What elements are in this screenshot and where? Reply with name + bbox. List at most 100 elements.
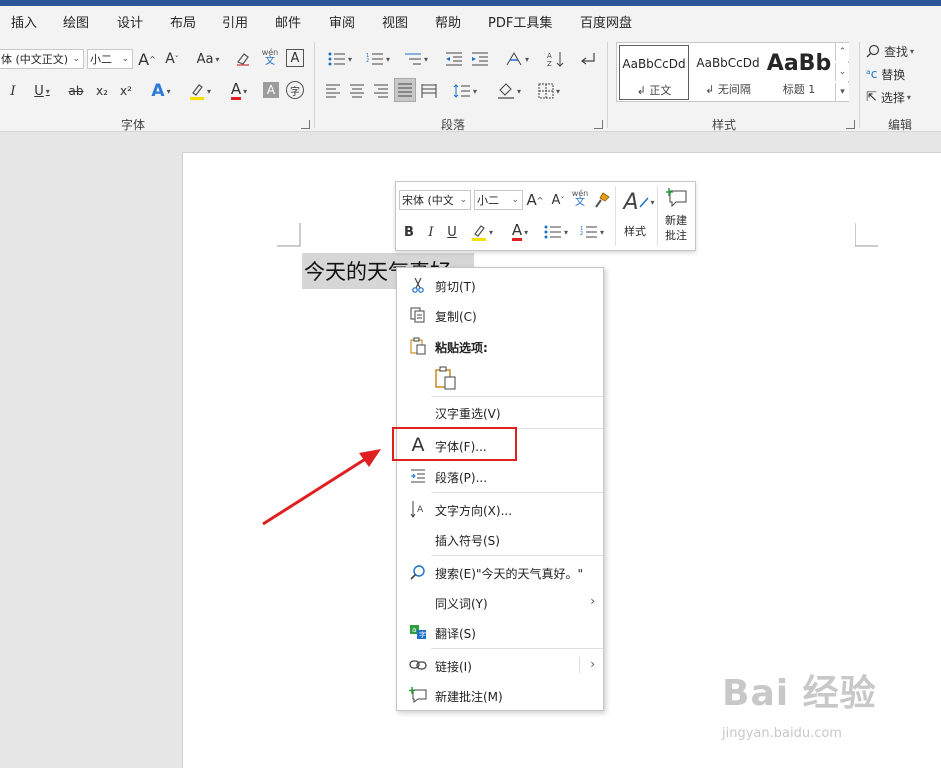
decrease-indent-button[interactable] — [444, 48, 464, 70]
style-no-spacing[interactable]: AaBbCcDd ↲ 无间隔 — [693, 45, 763, 100]
sort-button[interactable]: AZ — [546, 48, 566, 70]
chinese-layout-button[interactable]: ▾ — [502, 48, 532, 70]
subscript-button[interactable]: x₂ — [94, 80, 110, 102]
group-label-editing: 编辑 — [888, 118, 913, 132]
line-spacing-button[interactable]: ▾ — [450, 80, 480, 102]
mini-font-color-button[interactable]: A ▾ — [504, 221, 536, 243]
menu-item-translate[interactable]: a字 翻译(S) — [399, 618, 603, 646]
mini-separator — [657, 186, 658, 246]
font-size-dropdown[interactable]: 小二 ⌄ — [87, 49, 133, 69]
annotation-highlight-box — [392, 427, 517, 461]
group-label-paragraph: 段落 — [441, 118, 466, 132]
mini-bold-button[interactable]: B — [402, 221, 416, 243]
font-dialog-launcher[interactable] — [301, 120, 310, 129]
tab-mailings[interactable]: 邮件 — [275, 12, 301, 31]
phonetic-guide-button[interactable]: wén 文 — [260, 46, 280, 68]
menu-item-insert-symbol[interactable]: 插入符号(S) — [399, 525, 603, 553]
mini-underline-button[interactable]: U — [445, 221, 459, 243]
font-color-button[interactable]: A ▾ — [224, 80, 254, 102]
menu-item-text-direction[interactable]: A 文字方向(X)... — [399, 495, 603, 523]
menu-item-new-comment[interactable]: 新建批注(M) — [399, 681, 603, 709]
clear-formatting-button[interactable] — [234, 48, 252, 70]
align-left-button[interactable] — [324, 80, 342, 102]
styles-scroll-down[interactable]: ⌄ — [835, 63, 849, 81]
mini-numbering-button[interactable]: 12 ▾ — [576, 221, 608, 243]
numbering-button[interactable]: 12 ▾ — [362, 48, 394, 70]
clipboard-icon — [435, 366, 456, 390]
mini-font-size-dropdown[interactable]: 小二 ⌄ — [474, 190, 523, 210]
superscript-button[interactable]: x² — [118, 80, 134, 102]
shading-button[interactable]: ▾ — [494, 80, 524, 102]
menu-item-link[interactable]: 链接(I) › — [399, 651, 603, 679]
svg-text:A: A — [547, 52, 552, 60]
paragraph-mark-icon — [581, 53, 595, 65]
grow-font-button[interactable]: A ^ — [138, 48, 156, 70]
distributed-button[interactable] — [420, 80, 438, 102]
mini-italic-button[interactable]: I — [424, 221, 438, 243]
shrink-font-button[interactable]: Aˇ — [163, 48, 181, 70]
align-center-button[interactable] — [348, 80, 366, 102]
styles-more-button[interactable]: ▾ — [835, 83, 849, 101]
chevron-down-icon: ▾ — [243, 86, 248, 96]
mini-highlight-button[interactable]: ▾ — [466, 221, 498, 243]
menu-item-search[interactable]: 搜索(E)"今天的天气真好。" — [399, 558, 603, 586]
menu-item-paste-options: 粘贴选项: — [399, 332, 603, 360]
chevron-down-icon: ▾ — [524, 54, 529, 64]
numbering-icon: 12 — [580, 226, 597, 238]
style-normal[interactable]: AaBbCcDd ↲ 正文 — [619, 45, 689, 100]
character-border-button[interactable]: A — [286, 49, 304, 67]
tab-pdf-tools[interactable]: PDF工具集 — [488, 12, 552, 31]
character-shading-button[interactable]: A — [263, 82, 279, 98]
borders-button[interactable]: ▾ — [534, 80, 564, 102]
tab-layout[interactable]: 布局 — [170, 12, 196, 31]
underline-button[interactable]: U ▾ — [30, 80, 54, 102]
menu-item-reconversion[interactable]: 汉字重选(V) — [399, 398, 603, 426]
tab-baidu-netdisk[interactable]: 百度网盘 — [580, 12, 632, 31]
select-button[interactable]: ⇱ 选择 ▾ — [866, 86, 932, 108]
mini-phonetic-guide-button[interactable]: wén 文 — [571, 187, 589, 209]
mini-bullets-button[interactable]: ▾ — [540, 221, 572, 243]
italic-button[interactable]: I — [6, 80, 20, 102]
multilevel-list-button[interactable]: ▾ — [400, 48, 432, 70]
strikethrough-button[interactable]: ab — [66, 80, 86, 102]
menu-item-copy[interactable]: 复制(C) — [399, 301, 603, 329]
mini-format-painter-button[interactable] — [593, 189, 611, 211]
highlight-color-button[interactable]: ▾ — [185, 80, 215, 102]
text-effects-button[interactable]: A ▾ — [146, 80, 176, 102]
tab-insert[interactable]: 插入 — [11, 12, 37, 31]
mini-grow-font-button[interactable]: A ^ — [526, 189, 544, 211]
styles-dialog-launcher[interactable] — [846, 120, 855, 129]
paste-keep-source-button[interactable] — [433, 362, 461, 392]
tab-design[interactable]: 设计 — [117, 12, 143, 31]
tab-help[interactable]: 帮助 — [435, 12, 461, 31]
paragraph-dialog-launcher[interactable] — [594, 120, 603, 129]
show-marks-button[interactable] — [578, 48, 598, 70]
menu-item-cut[interactable]: 剪切(T) — [399, 271, 603, 299]
change-case-button[interactable]: Aa ▾ — [192, 48, 224, 70]
menu-item-synonyms[interactable]: 同义词(Y) › — [399, 588, 603, 616]
tab-draw[interactable]: 绘图 — [63, 12, 89, 31]
highlighter-icon — [189, 84, 204, 100]
tab-review[interactable]: 审阅 — [329, 12, 355, 31]
menu-item-paragraph[interactable]: 段落(P)... — [399, 462, 603, 490]
font-name-dropdown[interactable]: 体 (中文正文) ⌄ — [0, 49, 84, 69]
chevron-down-icon: ⌄ — [838, 67, 847, 77]
mini-shrink-font-button[interactable]: Aˇ — [549, 189, 567, 211]
styles-scroll-up[interactable]: ⌃ — [835, 43, 849, 61]
replace-button[interactable]: ᵃc 替换 — [866, 63, 926, 85]
justify-button[interactable] — [394, 78, 416, 102]
tab-view[interactable]: 视图 — [382, 12, 408, 31]
find-button[interactable]: 查找 ▾ — [866, 40, 926, 62]
tab-references[interactable]: 引用 — [222, 12, 248, 31]
bullets-button[interactable]: ▾ — [324, 48, 356, 70]
enclosed-characters-button[interactable]: 字 — [286, 81, 304, 99]
format-painter-icon — [595, 192, 610, 208]
mini-font-name-dropdown[interactable]: 宋体 (中文 ⌄ — [399, 190, 471, 210]
mini-new-comment-button[interactable]: 新建批注 — [660, 186, 692, 248]
style-heading-1[interactable]: AaBb 标题 1 — [765, 45, 833, 100]
increase-indent-button[interactable] — [470, 48, 490, 70]
chevron-down-icon: ▾ — [45, 86, 50, 96]
chevron-right-icon: › — [590, 657, 595, 671]
mini-styles-button[interactable]: A ▾ — [622, 188, 656, 216]
align-right-button[interactable] — [372, 80, 390, 102]
